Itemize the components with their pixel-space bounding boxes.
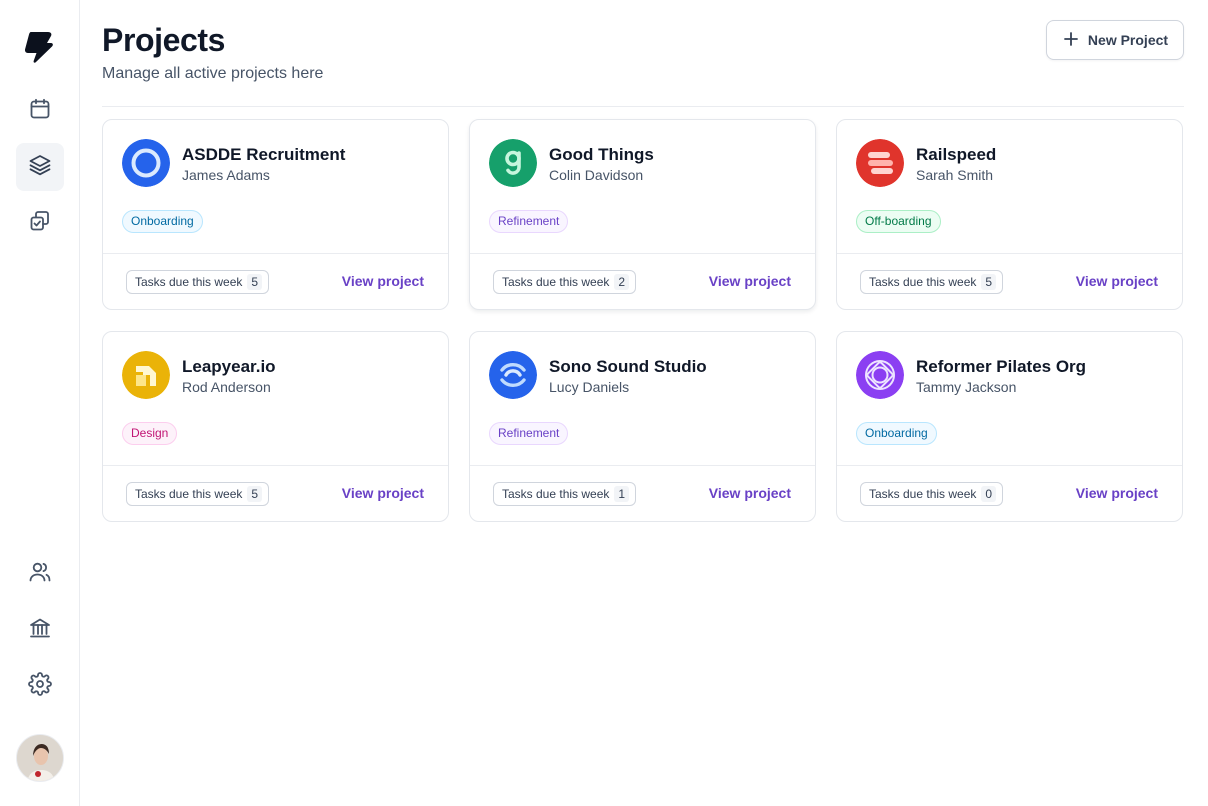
settings-icon: [28, 671, 52, 701]
tasks-count: 1: [614, 486, 630, 502]
view-project-link[interactable]: View project: [1076, 273, 1158, 289]
header-divider: [102, 106, 1184, 107]
project-name: Sono Sound Studio: [549, 357, 707, 376]
layers-icon: [28, 153, 52, 182]
step-arrow-icon: [122, 351, 170, 399]
card-footer: Tasks due this week 2 View project: [470, 253, 815, 309]
new-project-label: New Project: [1087, 32, 1169, 48]
sidebar-item-settings[interactable]: [16, 662, 64, 710]
letter-g-icon: [489, 139, 537, 187]
card-footer: Tasks due this week 5 View project: [103, 253, 448, 309]
project-owner: James Adams: [182, 167, 270, 183]
project-name: Railspeed: [916, 145, 997, 164]
card-footer: Tasks due this week 1 View project: [470, 465, 815, 521]
project-owner: Colin Davidson: [549, 167, 644, 183]
tasks-due-badge: Tasks due this week 1: [493, 482, 637, 506]
sidebar-item-users[interactable]: [16, 550, 64, 598]
lightning-bolt-logo[interactable]: [22, 30, 54, 64]
sidebar: [0, 0, 80, 806]
tasks-label: Tasks due this week: [869, 487, 977, 501]
status-badge: Onboarding: [856, 422, 937, 445]
project-card: Railspeed Sarah Smith Off-boarding Tasks…: [836, 119, 1183, 310]
card-footer: Tasks due this week 5 View project: [837, 253, 1182, 309]
card-footer: Tasks due this week 0 View project: [837, 465, 1182, 521]
view-project-link[interactable]: View project: [342, 273, 424, 289]
tasks-due-badge: Tasks due this week 5: [126, 482, 270, 506]
tasks-label: Tasks due this week: [135, 487, 243, 501]
plus-icon: [1062, 30, 1080, 51]
sidebar-item-tasks[interactable]: [16, 199, 64, 247]
sidebar-item-calendar[interactable]: [16, 87, 64, 135]
tasks-count: 0: [981, 486, 997, 502]
view-project-link[interactable]: View project: [709, 485, 791, 501]
stripes-icon: [856, 139, 904, 187]
project-owner: Tammy Jackson: [916, 379, 1017, 395]
view-project-link[interactable]: View project: [342, 485, 424, 501]
sidebar-item-bank[interactable]: [16, 606, 64, 654]
page-title: Projects: [102, 22, 226, 58]
status-badge: Refinement: [489, 422, 569, 445]
project-owner: Rod Anderson: [182, 379, 271, 395]
view-project-link[interactable]: View project: [1076, 485, 1158, 501]
status-badge: Onboarding: [122, 210, 203, 233]
tasks-count: 5: [247, 486, 263, 502]
status-badge: Refinement: [489, 210, 569, 233]
project-card: ASDDE Recruitment James Adams Onboarding…: [102, 119, 449, 310]
project-card: Leapyear.io Rod Anderson Design Tasks du…: [102, 331, 449, 522]
sound-wave-icon: [489, 351, 537, 399]
calendar-icon: [28, 97, 52, 126]
project-owner: Sarah Smith: [916, 167, 994, 183]
tasks-label: Tasks due this week: [869, 275, 977, 289]
check-copy-icon: [28, 209, 52, 238]
tasks-due-badge: Tasks due this week 0: [860, 482, 1004, 506]
tasks-due-badge: Tasks due this week 2: [493, 270, 637, 294]
tasks-due-badge: Tasks due this week 5: [126, 270, 270, 294]
project-card: Reformer Pilates Org Tammy Jackson Onboa…: [836, 331, 1183, 522]
status-badge: Off-boarding: [856, 210, 941, 233]
status-badge: Design: [122, 422, 178, 445]
tasks-count: 2: [614, 274, 630, 290]
tasks-label: Tasks due this week: [502, 275, 610, 289]
page-subtitle: Manage all active projects here: [102, 65, 324, 82]
project-card: Sono Sound Studio Lucy Daniels Refinemen…: [469, 331, 816, 522]
tasks-count: 5: [981, 274, 997, 290]
project-card: Good Things Colin Davidson Refinement Ta…: [469, 119, 816, 310]
project-name: ASDDE Recruitment: [182, 145, 346, 164]
project-name: Reformer Pilates Org: [916, 357, 1087, 376]
tasks-count: 5: [247, 274, 263, 290]
ring-icon: [122, 139, 170, 187]
avatar[interactable]: [16, 734, 64, 782]
tasks-label: Tasks due this week: [502, 487, 610, 501]
project-name: Good Things: [549, 145, 654, 164]
new-project-button[interactable]: New Project: [1046, 20, 1184, 60]
users-icon: [28, 560, 52, 589]
projects-grid: ASDDE Recruitment James Adams Onboarding…: [102, 119, 1184, 522]
geometric-circle-icon: [856, 351, 904, 399]
tasks-due-badge: Tasks due this week 5: [860, 270, 1004, 294]
bank-icon: [28, 616, 52, 645]
sidebar-item-projects[interactable]: [16, 143, 64, 191]
card-footer: Tasks due this week 5 View project: [103, 465, 448, 521]
project-owner: Lucy Daniels: [549, 379, 630, 395]
view-project-link[interactable]: View project: [709, 273, 791, 289]
project-name: Leapyear.io: [182, 357, 276, 376]
tasks-label: Tasks due this week: [135, 275, 243, 289]
